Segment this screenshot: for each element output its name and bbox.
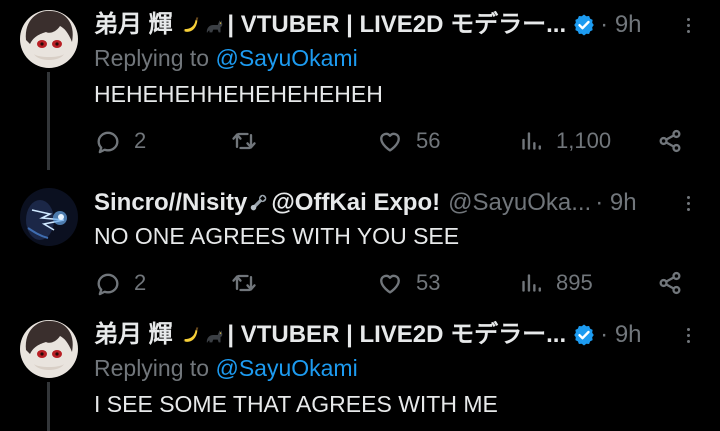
share-icon [659, 271, 681, 295]
tweet-text: I SEE SOME THAT AGREES WITH ME [94, 391, 498, 417]
wrench-nut-emoji-icon [249, 193, 269, 212]
views-button[interactable]: 1,100 [518, 126, 611, 156]
tweet[interactable]: Sincro//Nisity @OffKai Expo! @SayuOka... … [0, 170, 720, 310]
reply-icon [97, 131, 119, 154]
like-button[interactable]: 56 [376, 126, 440, 156]
retweet-icon [232, 274, 256, 292]
tweet-time[interactable]: · 9h [600, 8, 641, 42]
mention-link[interactable]: @SayuOkami [215, 355, 357, 381]
share-icon [659, 129, 681, 153]
tweet[interactable]: 弟月 輝 | VTUBER | LIVE2D モデラー... · 9h Repl… [0, 0, 720, 170]
mention-link[interactable]: @SayuOkami [215, 45, 357, 71]
views-button[interactable]: 895 [518, 268, 593, 298]
retweet-icon [232, 132, 256, 150]
thread-line [47, 72, 50, 170]
verified-badge-icon [573, 323, 596, 347]
reply-button[interactable]: 2 [94, 126, 146, 156]
reply-icon [97, 273, 119, 296]
author-name[interactable]: 弟月 輝 | VTUBER | LIVE2D モデラー... [94, 8, 566, 42]
view-count: 1,100 [556, 128, 612, 153]
like-count: 53 [416, 270, 441, 295]
more-dots-icon[interactable] [676, 318, 700, 352]
tweet-header: Sincro//Nisity @OffKai Expo! @SayuOka... … [94, 186, 700, 220]
reply-count: 2 [134, 128, 147, 153]
view-count: 895 [556, 270, 593, 295]
tweet-header: 弟月 輝 | VTUBER | LIVE2D モデラー... · 9h [94, 318, 700, 352]
author-name[interactable]: Sincro//Nisity @OffKai Expo! [94, 186, 440, 220]
tweet-time[interactable]: · 9h [600, 318, 641, 352]
views-chart-icon [522, 132, 541, 150]
tweet-actions: 2 56 1,100 [94, 126, 700, 156]
tweet-text: HEHEHEHHEHEHEHEHEH [94, 81, 383, 107]
like-count: 56 [416, 128, 441, 153]
heart-icon [380, 132, 400, 152]
heart-icon [380, 274, 400, 294]
tweet-actions: 2 53 895 [94, 268, 700, 298]
avatar[interactable] [20, 188, 78, 246]
views-chart-icon [522, 274, 541, 292]
reply-count: 2 [134, 270, 147, 295]
black-cat-emoji-icon [207, 20, 223, 33]
banana-emoji-icon [183, 327, 199, 342]
share-button[interactable] [656, 268, 684, 298]
reply-button[interactable]: 2 [94, 268, 146, 298]
author-name[interactable]: 弟月 輝 | VTUBER | LIVE2D モデラー... [94, 318, 566, 352]
black-cat-emoji-icon [207, 330, 223, 343]
replying-to: Replying to @SayuOkami [94, 355, 358, 381]
tweet-time[interactable]: · 9h [595, 186, 636, 220]
author-handle[interactable]: @SayuOka... [448, 186, 591, 220]
share-button[interactable] [656, 126, 684, 156]
tweet-header: 弟月 輝 | VTUBER | LIVE2D モデラー... · 9h [94, 8, 700, 42]
more-dots-icon[interactable] [676, 186, 700, 220]
tweet[interactable]: 弟月 輝 | VTUBER | LIVE2D モデラー... · 9h Repl… [0, 310, 720, 431]
tweet-text: NO ONE AGREES WITH YOU SEE [94, 223, 460, 249]
like-button[interactable]: 53 [376, 268, 440, 298]
avatar[interactable] [20, 10, 78, 68]
avatar[interactable] [20, 320, 78, 378]
retweet-button[interactable] [230, 268, 258, 298]
banana-emoji-icon [183, 17, 199, 32]
thread-line [47, 382, 50, 431]
more-dots-icon[interactable] [676, 8, 700, 42]
verified-badge-icon [573, 13, 596, 37]
retweet-button[interactable] [230, 126, 258, 156]
replying-to: Replying to @SayuOkami [94, 45, 358, 71]
